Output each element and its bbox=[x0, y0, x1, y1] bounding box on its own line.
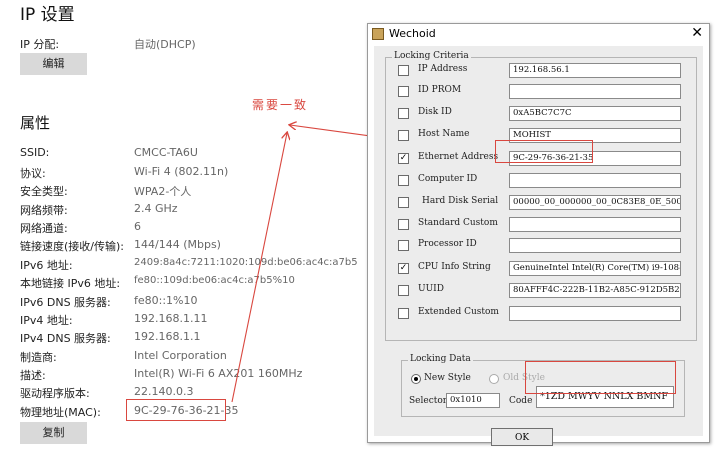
id-prom-field[interactable] bbox=[509, 84, 681, 99]
dialog-title: Wechoid bbox=[389, 27, 436, 40]
edit-button[interactable]: 编辑 bbox=[20, 53, 87, 75]
property-label: 安全类型: bbox=[20, 185, 68, 198]
ip-address-field[interactable]: 192.168.56.1 bbox=[509, 63, 681, 78]
uuid-label: UUID bbox=[418, 284, 444, 294]
network-settings-panel: IP 设置 IP 分配: 自动(DHCP) 编辑 属性 SSID: CMCC-T… bbox=[0, 0, 360, 461]
ip-address-checkbox[interactable] bbox=[398, 65, 409, 76]
property-label: 制造商: bbox=[20, 351, 57, 364]
new-style-radio[interactable] bbox=[411, 374, 421, 384]
cpu-info-label: CPU Info String bbox=[418, 262, 491, 272]
properties-title: 属性 bbox=[20, 114, 51, 132]
ip-address-label: IP Address bbox=[418, 64, 468, 74]
locking-data-title: Locking Data bbox=[408, 354, 473, 364]
cpu-info-field[interactable]: GenuineIntel Intel(R) Core(TM) i9-10885H… bbox=[509, 261, 681, 276]
disk-id-checkbox[interactable] bbox=[398, 108, 409, 119]
title-bar[interactable]: Wechoid ✕ bbox=[368, 24, 709, 44]
close-icon[interactable]: ✕ bbox=[691, 25, 703, 41]
property-label: 网络通道: bbox=[20, 222, 68, 235]
id-prom-label: ID PROM bbox=[418, 85, 462, 95]
property-value: CMCC-TA6U bbox=[134, 146, 198, 159]
property-value: 144/144 (Mbps) bbox=[134, 238, 221, 251]
must-match-annotation: 需要一致 bbox=[252, 98, 309, 112]
uuid-field[interactable]: 80AFFF4C-222B-11B2-A85C-912D5B2BB42 bbox=[509, 283, 681, 298]
new-style-label: New Style bbox=[424, 373, 471, 383]
property-label: 物理地址(MAC): bbox=[20, 406, 101, 419]
property-value: fe80::1%10 bbox=[134, 294, 198, 307]
property-label: IPv4 地址: bbox=[20, 314, 73, 327]
processor-id-label: Processor ID bbox=[418, 239, 477, 249]
ethernet-highlight-box bbox=[495, 140, 593, 163]
id-prom-checkbox[interactable] bbox=[398, 86, 409, 97]
processor-id-checkbox[interactable] bbox=[398, 240, 409, 251]
cpu-info-checkbox[interactable]: ✓ bbox=[398, 263, 409, 274]
property-value: Intel(R) Wi-Fi 6 AX201 160MHz bbox=[134, 367, 303, 380]
property-label: 驱动程序版本: bbox=[20, 387, 90, 400]
property-label: 网络频带: bbox=[20, 204, 68, 217]
disk-id-field[interactable]: 0xA5BC7C7C bbox=[509, 106, 681, 121]
property-label: 链接速度(接收/传输): bbox=[20, 240, 124, 253]
old-style-radio[interactable] bbox=[489, 374, 499, 384]
property-label: 描述: bbox=[20, 369, 46, 382]
property-label: IPv4 DNS 服务器: bbox=[20, 332, 111, 345]
property-value: 2409:8a4c:7211:1020:109d:be06:ac4c:a7b5 bbox=[134, 257, 358, 268]
selector-label: Selector bbox=[409, 396, 448, 406]
computer-id-checkbox[interactable] bbox=[398, 175, 409, 186]
property-label: IPv6 地址: bbox=[20, 259, 73, 272]
code-highlight-box bbox=[525, 361, 676, 394]
property-value: 6 bbox=[134, 220, 141, 233]
uuid-checkbox[interactable] bbox=[398, 285, 409, 296]
computer-id-label: Computer ID bbox=[418, 174, 478, 184]
copy-button[interactable]: 复制 bbox=[20, 422, 87, 444]
property-label: SSID: bbox=[20, 146, 50, 159]
computer-id-field[interactable] bbox=[509, 173, 681, 188]
ip-assign-value: 自动(DHCP) bbox=[134, 38, 196, 51]
selector-field[interactable]: 0x1010 bbox=[446, 393, 500, 408]
hard-disk-serial-field[interactable]: 00000_00_000000_00_0C83E8_0E_500891_F bbox=[509, 195, 681, 210]
property-value: Wi-Fi 4 (802.11n) bbox=[134, 165, 229, 178]
locking-criteria-title: Locking Criteria bbox=[392, 51, 471, 61]
ok-button[interactable]: OK bbox=[491, 428, 553, 446]
ip-assign-label: IP 分配: bbox=[20, 38, 60, 51]
app-icon bbox=[372, 28, 384, 40]
code-label: Code bbox=[509, 396, 533, 406]
processor-id-field[interactable] bbox=[509, 238, 681, 253]
hard-disk-serial-checkbox[interactable] bbox=[398, 197, 409, 208]
hard-disk-serial-label: Hard Disk Serial bbox=[422, 196, 499, 206]
property-value: 22.140.0.3 bbox=[134, 385, 194, 398]
mac-highlight-box bbox=[126, 399, 226, 421]
host-name-label: Host Name bbox=[418, 129, 470, 139]
property-value: 192.168.1.1 bbox=[134, 330, 201, 343]
host-name-checkbox[interactable] bbox=[398, 130, 409, 141]
property-label: 协议: bbox=[20, 167, 46, 180]
property-value: WPA2-个人 bbox=[134, 185, 192, 198]
property-label: 本地链接 IPv6 地址: bbox=[20, 277, 121, 290]
property-value: fe80::109d:be06:ac4c:a7b5%10 bbox=[134, 275, 295, 286]
extended-custom-field[interactable] bbox=[509, 306, 681, 321]
ip-settings-title: IP 设置 bbox=[20, 5, 75, 25]
extended-custom-label: Extended Custom bbox=[418, 307, 499, 317]
standard-custom-field[interactable] bbox=[509, 217, 681, 232]
property-label: IPv6 DNS 服务器: bbox=[20, 296, 111, 309]
property-value: 192.168.1.11 bbox=[134, 312, 208, 325]
disk-id-label: Disk ID bbox=[418, 107, 452, 117]
extended-custom-checkbox[interactable] bbox=[398, 308, 409, 319]
standard-custom-checkbox[interactable] bbox=[398, 219, 409, 230]
ethernet-address-checkbox[interactable]: ✓ bbox=[398, 153, 409, 164]
property-value: Intel Corporation bbox=[134, 349, 227, 362]
ethernet-address-label: Ethernet Address bbox=[418, 152, 499, 162]
standard-custom-label: Standard Custom bbox=[418, 218, 498, 228]
property-value: 2.4 GHz bbox=[134, 202, 178, 215]
